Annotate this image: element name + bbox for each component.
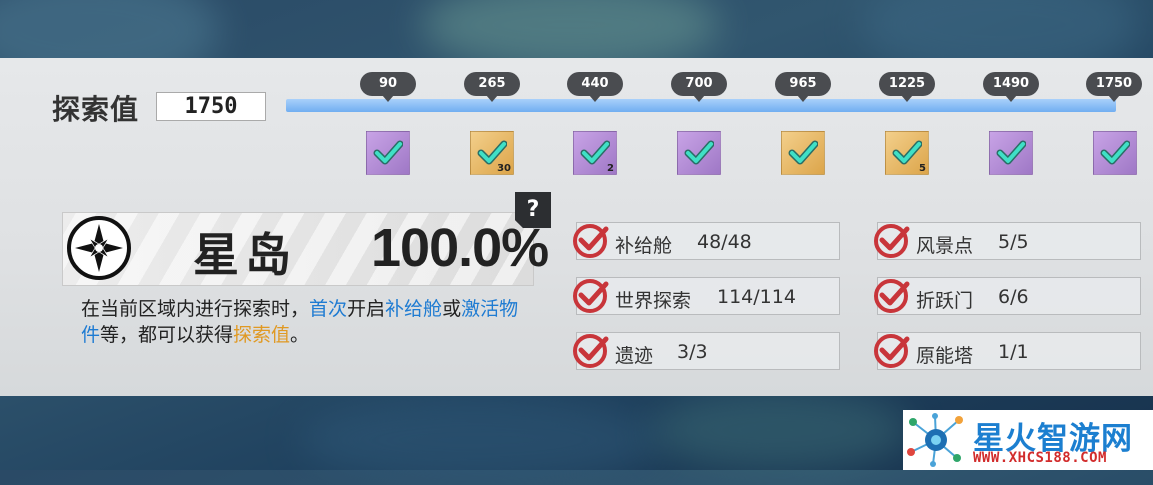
claimed-check-icon — [892, 140, 922, 165]
watermark-site-url: WWW.XHCS188.COM — [973, 450, 1107, 466]
milestone-badge-1490: 1490 — [983, 72, 1039, 102]
completed-check-icon — [874, 224, 910, 258]
milestone-reward-5[interactable] — [781, 131, 825, 175]
milestone-reward-1[interactable] — [366, 131, 410, 175]
stat-supply-pod: 补给舱 48/48 — [573, 222, 840, 260]
milestone-reward-2[interactable]: 30 — [470, 131, 514, 175]
stat-value: 6/6 — [998, 286, 1029, 308]
stat-world-exploration: 世界探索 114/114 — [573, 277, 840, 315]
milestone-badge-1750: 1750 — [1086, 72, 1142, 102]
milestone-reward-6[interactable]: 5 — [885, 131, 929, 175]
milestone-reward-8[interactable] — [1093, 131, 1137, 175]
milestone-badge-90: 90 — [360, 72, 416, 102]
milestone-reward-4[interactable] — [677, 131, 721, 175]
site-watermark: 星火智游网 WWW.XHCS188.COM — [903, 410, 1153, 470]
region-name: 星岛 — [193, 228, 297, 282]
stat-warp-gate: 折跃门 6/6 — [874, 277, 1141, 315]
stat-label: 遗迹 — [615, 345, 654, 367]
claimed-check-icon — [684, 140, 714, 165]
exploration-value-display: 1750 — [156, 92, 266, 121]
milestone-reward-7[interactable] — [989, 131, 1033, 175]
stat-energy-tower: 原能塔 1/1 — [874, 332, 1141, 370]
compass-star-icon — [67, 216, 131, 280]
desc-highlight-first: 首次 — [309, 298, 348, 320]
reward-quantity: 2 — [607, 163, 614, 174]
stat-value: 48/48 — [697, 231, 752, 253]
completed-check-icon — [874, 279, 910, 313]
completed-check-icon — [573, 334, 609, 368]
desc-highlight-supply-pod: 补给舱 — [385, 298, 443, 320]
stat-label: 世界探索 — [615, 290, 692, 312]
stat-label: 风景点 — [916, 235, 974, 257]
help-button[interactable]: ? — [515, 192, 551, 228]
desc-text: 或 — [442, 298, 462, 320]
desc-text: 等，都可以获得 — [100, 324, 234, 346]
stat-ruins: 遗迹 3/3 — [573, 332, 840, 370]
milestone-reward-3[interactable]: 2 — [573, 131, 617, 175]
desc-text: 在当前区域内进行探索时， — [81, 298, 310, 320]
exploration-value-label: 探索值 — [52, 93, 140, 126]
network-logo-icon — [907, 413, 963, 467]
stat-value: 3/3 — [677, 341, 708, 363]
reward-quantity: 30 — [497, 163, 511, 174]
completed-check-icon — [874, 334, 910, 368]
milestone-badge-1225: 1225 — [879, 72, 935, 102]
stat-label: 折跃门 — [916, 290, 974, 312]
claimed-check-icon — [580, 140, 610, 165]
desc-highlight-exploration-value: 探索值 — [233, 324, 291, 346]
stat-value: 5/5 — [998, 231, 1029, 253]
region-card: 星岛 100.0% — [62, 212, 549, 286]
stat-label: 补给舱 — [615, 235, 673, 257]
milestone-badge-440: 440 — [567, 72, 623, 102]
desc-text: 开启 — [347, 298, 386, 320]
milestone-badge-965: 965 — [775, 72, 831, 102]
desc-text: 。 — [290, 324, 310, 346]
claimed-check-icon — [788, 140, 818, 165]
claimed-check-icon — [1100, 140, 1130, 165]
stat-scenic-spot: 风景点 5/5 — [874, 222, 1141, 260]
completed-check-icon — [573, 224, 609, 258]
stat-label: 原能塔 — [916, 345, 974, 367]
milestone-badge-700: 700 — [671, 72, 727, 102]
stat-value: 114/114 — [717, 286, 796, 308]
completed-check-icon — [573, 279, 609, 313]
claimed-check-icon — [373, 140, 403, 165]
reward-quantity: 5 — [919, 163, 926, 174]
exploration-description: 在当前区域内进行探索时，首次开启补给舱或激活物件等，都可以获得探索值。 — [81, 296, 531, 348]
milestone-badge-265: 265 — [464, 72, 520, 102]
stat-value: 1/1 — [998, 341, 1029, 363]
claimed-check-icon — [996, 140, 1026, 165]
